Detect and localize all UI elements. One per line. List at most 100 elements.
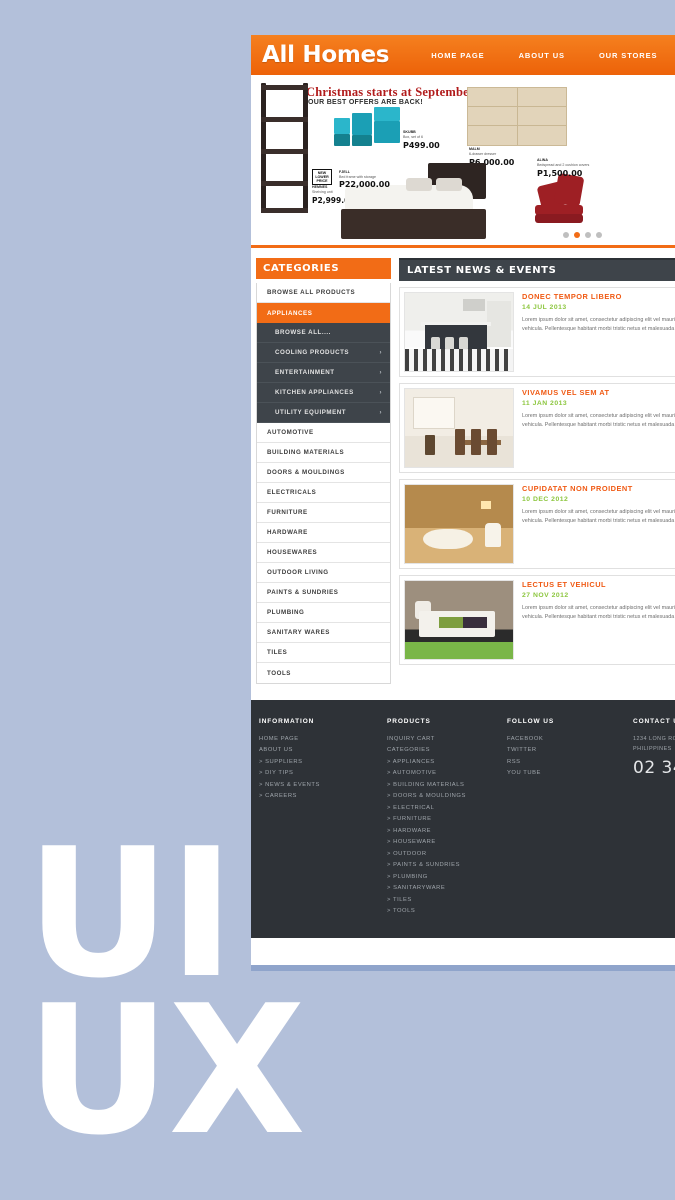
hero-dot-3[interactable]	[585, 232, 591, 238]
footer-link[interactable]: > HARDWARE	[387, 826, 499, 837]
main-navigation: HOME PAGE ABOUT US OUR STORES INQUIRE	[414, 51, 675, 60]
chevron-right-icon: ›	[379, 369, 382, 376]
footer-link[interactable]: > DOORS & MOULDINGS	[387, 791, 499, 802]
footer-link[interactable]: > PAINTS & SUNDRIES	[387, 860, 499, 871]
news-item[interactable]: CUPIDATAT NON PROIDENT 10 DEC 2012 Lorem…	[399, 479, 675, 569]
chevron-right-icon: ›	[379, 349, 382, 356]
footer-link[interactable]: > TOOLS	[387, 906, 499, 917]
sidebar-item-tools[interactable]: TOOLS	[257, 663, 390, 683]
hero-banner[interactable]: Christmas starts at September! OUR BEST …	[251, 75, 675, 248]
footer-link[interactable]: > OUTDOOR	[387, 849, 499, 860]
hero-headline: Christmas starts at September!	[306, 85, 479, 99]
news-title[interactable]: DONEC TEMPOR LIBERO	[522, 292, 675, 301]
footer-link[interactable]: > HOUSEWARE	[387, 837, 499, 848]
footer-link[interactable]: > SUPPLIERS	[259, 757, 379, 768]
sidebar-item-paints-sundries[interactable]: PAINTS & SUNDRIES	[257, 583, 390, 603]
sidebar-item-plumbing[interactable]: PLUMBING	[257, 603, 390, 623]
footer-link[interactable]: FACEBOOK	[507, 734, 625, 745]
product-price-alina: P1,500.00	[537, 169, 583, 178]
footer-link[interactable]: > TILES	[387, 895, 499, 906]
news-thumbnail-bedroom[interactable]	[404, 580, 514, 660]
footer-link[interactable]: > PLUMBING	[387, 872, 499, 883]
submenu-label: KITCHEN APPLIANCES	[275, 389, 354, 396]
news-text-block: LECTUS ET VEHICUL 27 NOV 2012 Lorem ipsu…	[522, 580, 675, 660]
sidebar-item-furniture[interactable]: FURNITURE	[257, 503, 390, 523]
hero-dot-4[interactable]	[596, 232, 602, 238]
news-heading: LATEST NEWS & EVENTS	[399, 258, 675, 281]
hero-dot-2[interactable]	[574, 232, 580, 238]
footer-link[interactable]: > ELECTRICAL	[387, 803, 499, 814]
footer-address-line-1: 1234 LONG RO	[633, 736, 675, 742]
news-date: 14 JUL 2013	[522, 304, 567, 311]
news-item[interactable]: DONEC TEMPOR LIBERO 14 JUL 2013 Lorem ip…	[399, 287, 675, 377]
footer-heading: INFORMATION	[259, 718, 315, 725]
footer-heading: CONTACT US	[633, 718, 675, 725]
news-title[interactable]: LECTUS ET VEHICUL	[522, 580, 675, 589]
footer-link[interactable]: > FURNITURE	[387, 814, 499, 825]
hero-slider-dots[interactable]	[563, 232, 602, 238]
sidebar-item-hardware[interactable]: HARDWARE	[257, 523, 390, 543]
news-excerpt: Lorem ipsum dolor sit amet, consectetur …	[522, 317, 675, 332]
sidebar-item-doors-mouldings[interactable]: DOORS & MOULDINGS	[257, 463, 390, 483]
sidebar-item-sanitary-wares[interactable]: SANITARY WARES	[257, 623, 390, 643]
product-desc-skubb: Box, set of 6	[403, 135, 423, 139]
sidebar-item-appliances[interactable]: APPLIANCES	[257, 303, 390, 323]
news-text-block: CUPIDATAT NON PROIDENT 10 DEC 2012 Lorem…	[522, 484, 675, 564]
news-text-block: VIVAMUS VEL SEM AT 11 JAN 2013 Lorem ips…	[522, 388, 675, 468]
footer-link[interactable]: > DIY TIPS	[259, 768, 379, 779]
appliances-submenu: BROWSE ALL.... COOLING PRODUCTS › ENTERT…	[257, 323, 390, 423]
news-text-block: DONEC TEMPOR LIBERO 14 JUL 2013 Lorem ip…	[522, 292, 675, 372]
main-content: CATEGORIES BROWSE ALL PRODUCTS APPLIANCE…	[251, 248, 675, 684]
product-name-fjell: FJELL	[339, 170, 350, 174]
submenu-item-entertainment[interactable]: ENTERTAINMENT ›	[257, 363, 390, 383]
footer-link[interactable]: > NEWS & EVENTS	[259, 780, 379, 791]
sidebar-item-tiles[interactable]: TILES	[257, 643, 390, 663]
news-date: 10 DEC 2012	[522, 496, 569, 503]
sidebar-item-building-materials[interactable]: BUILDING MATERIALS	[257, 443, 390, 463]
nav-item-our-stores[interactable]: OUR STORES	[599, 51, 657, 60]
product-desc-alina: Bedspread and 2 cushion covers	[537, 163, 590, 167]
sidebar-item-browse-all-products[interactable]: BROWSE ALL PRODUCTS	[257, 283, 390, 303]
news-thumbnail-bathroom[interactable]	[404, 484, 514, 564]
footer-link[interactable]: ABOUT US	[259, 745, 379, 756]
news-title[interactable]: VIVAMUS VEL SEM AT	[522, 388, 675, 397]
submenu-item-kitchen-appliances[interactable]: KITCHEN APPLIANCES ›	[257, 383, 390, 403]
submenu-item-browse-all[interactable]: BROWSE ALL....	[257, 323, 390, 343]
footer-link[interactable]: INQUIRY CART	[387, 734, 499, 745]
sidebar-item-electricals[interactable]: ELECTRICALS	[257, 483, 390, 503]
news-excerpt: Lorem ipsum dolor sit amet, consectetur …	[522, 509, 675, 524]
news-date: 27 NOV 2012	[522, 592, 569, 599]
product-name-skubb: SKUBB	[403, 130, 416, 134]
footer-link[interactable]: > SANITARYWARE	[387, 883, 499, 894]
footer-link[interactable]: > CAREERS	[259, 791, 379, 802]
news-thumbnail-kitchen[interactable]	[404, 292, 514, 372]
footer-link[interactable]: > AUTOMOTIVE	[387, 768, 499, 779]
footer-address-line-2: PHILIPPINES	[633, 746, 672, 752]
footer-link[interactable]: > BUILDING MATERIALS	[387, 780, 499, 791]
footer-link[interactable]: CATEGORIES	[387, 745, 499, 756]
product-name-hemnes: HEMNES	[312, 185, 328, 189]
news-title[interactable]: CUPIDATAT NON PROIDENT	[522, 484, 675, 493]
news-thumbnail-dining[interactable]	[404, 388, 514, 468]
sidebar-item-automotive[interactable]: AUTOMOTIVE	[257, 423, 390, 443]
news-item[interactable]: VIVAMUS VEL SEM AT 11 JAN 2013 Lorem ips…	[399, 383, 675, 473]
footer-link[interactable]: YOU TUBE	[507, 768, 625, 779]
submenu-item-cooling-products[interactable]: COOLING PRODUCTS ›	[257, 343, 390, 363]
sidebar-item-outdoor-living[interactable]: OUTDOOR LIVING	[257, 563, 390, 583]
site-logo[interactable]: All Homes	[262, 42, 389, 68]
sidebar-item-housewares[interactable]: HOUSEWARES	[257, 543, 390, 563]
footer-link[interactable]: RSS	[507, 757, 625, 768]
news-item[interactable]: LECTUS ET VEHICUL 27 NOV 2012 Lorem ipsu…	[399, 575, 675, 665]
nav-item-home-page[interactable]: HOME PAGE	[431, 51, 484, 60]
footer-link[interactable]: > APPLIANCES	[387, 757, 499, 768]
categories-heading: CATEGORIES	[256, 258, 391, 279]
hero-slide: Christmas starts at September! OUR BEST …	[251, 75, 675, 245]
hero-dot-1[interactable]	[563, 232, 569, 238]
footer-link[interactable]: HOME PAGE	[259, 734, 379, 745]
footer-column-information: INFORMATION HOME PAGE ABOUT US > SUPPLIE…	[251, 718, 379, 918]
news-excerpt: Lorem ipsum dolor sit amet, consectetur …	[522, 413, 675, 428]
submenu-item-utility-equipment[interactable]: UTILITY EQUIPMENT ›	[257, 403, 390, 423]
product-image-malm-dresser	[467, 87, 567, 146]
footer-link[interactable]: TWITTER	[507, 745, 625, 756]
nav-item-about-us[interactable]: ABOUT US	[519, 51, 565, 60]
